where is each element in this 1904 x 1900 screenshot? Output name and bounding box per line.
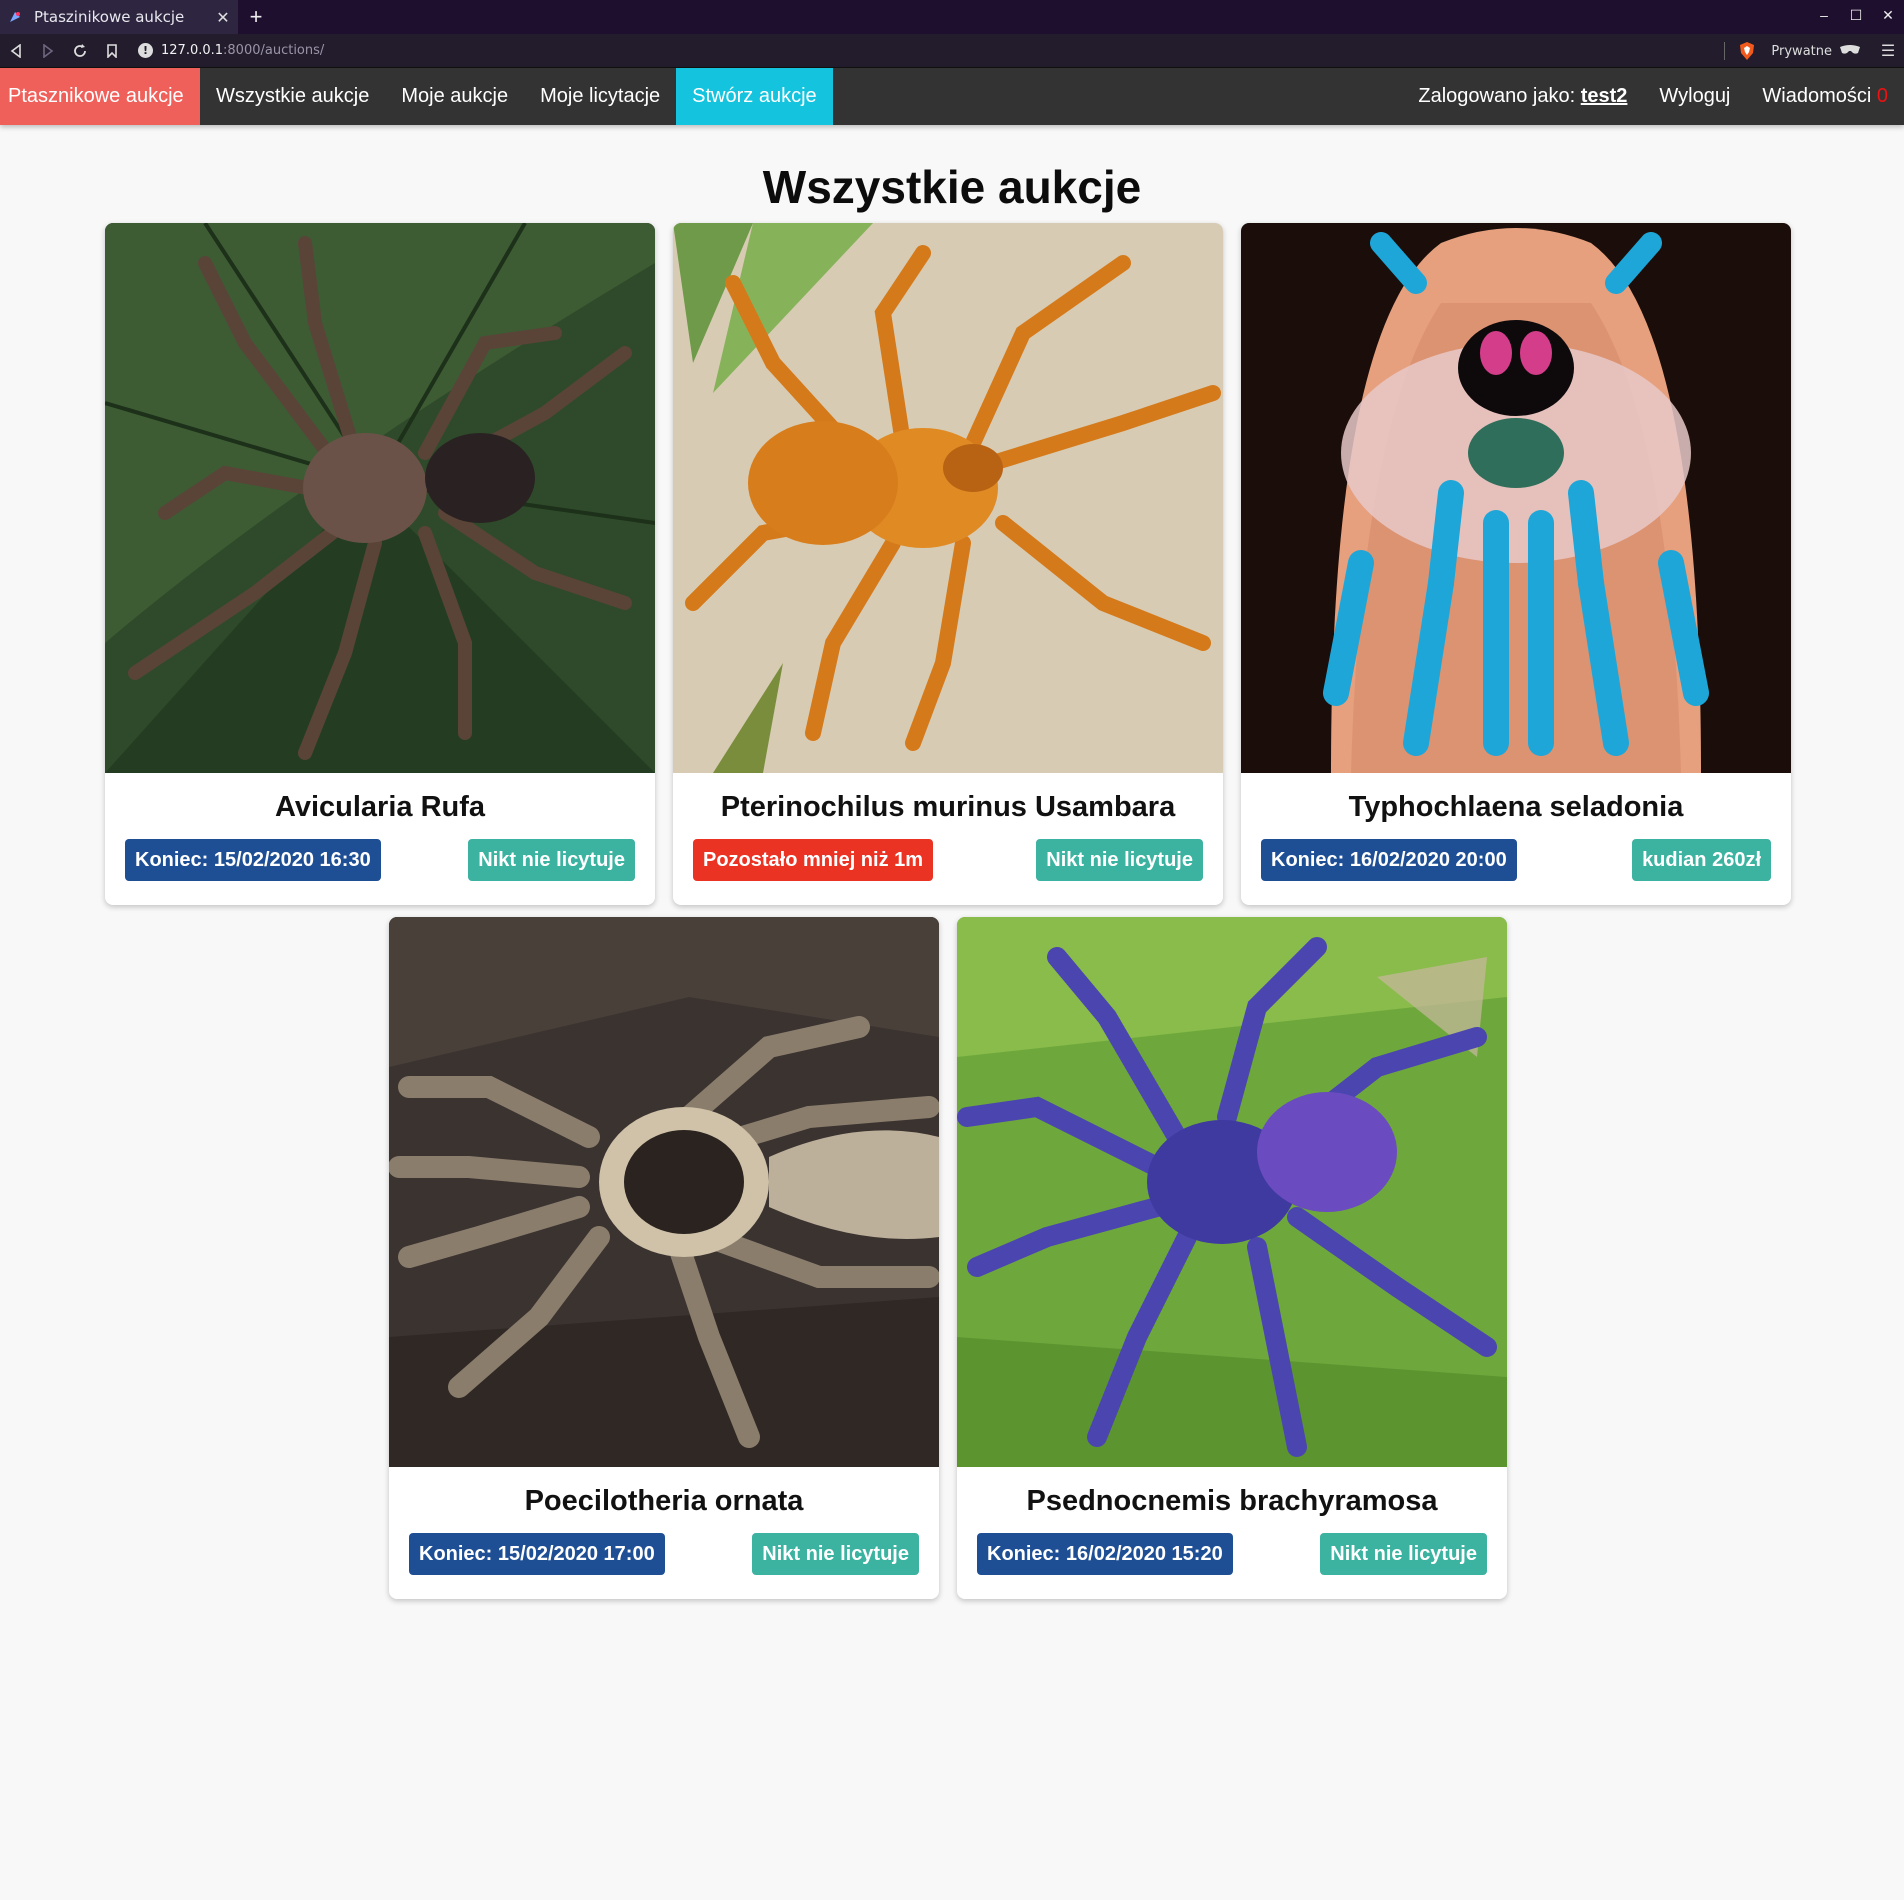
- auction-badges: Koniec: 15/02/2020 16:30 Nikt nie licytu…: [105, 839, 655, 881]
- nav-my-bids-link[interactable]: Moje licytacje: [524, 68, 676, 125]
- browser-tab[interactable]: Ptaszinikowe aukcje ✕: [0, 0, 238, 34]
- private-label: Prywatne: [1771, 43, 1832, 59]
- minimize-icon[interactable]: –: [1808, 0, 1840, 34]
- site-navbar: Ptasznikowe aukcje Wszystkie aukcje Moje…: [0, 68, 1904, 125]
- auction-badges: Koniec: 16/02/2020 15:20 Nikt nie licytu…: [957, 1533, 1507, 1575]
- auction-end-badge: Koniec: 16/02/2020 15:20: [977, 1533, 1233, 1575]
- auction-image[interactable]: [673, 223, 1223, 773]
- auction-bid-badge: Nikt nie licytuje: [752, 1533, 919, 1575]
- favicon-icon: [8, 10, 22, 24]
- nav-right: Zalogowano jako: test2 Wyloguj Wiadomośc…: [1402, 68, 1904, 125]
- site-info-icon[interactable]: !: [138, 43, 153, 58]
- auction-title[interactable]: Typhochlaena seladonia: [1241, 787, 1791, 827]
- auction-end-badge: Koniec: 15/02/2020 16:30: [125, 839, 381, 881]
- auction-bid-badge: kudian 260zł: [1632, 839, 1771, 881]
- close-tab-icon[interactable]: ✕: [216, 8, 230, 27]
- brave-shield-icon[interactable]: [1737, 41, 1757, 61]
- browser-tabbar: Ptaszinikowe aukcje ✕ + – ☐ ✕: [0, 0, 1904, 34]
- close-window-icon[interactable]: ✕: [1872, 0, 1904, 34]
- auction-bid-badge: Nikt nie licytuje: [468, 839, 635, 881]
- messages-count: 0: [1876, 85, 1888, 107]
- window-controls: – ☐ ✕: [1808, 0, 1904, 34]
- auction-card[interactable]: Poecilotheria ornata Koniec: 15/02/2020 …: [389, 917, 939, 1599]
- logout-link[interactable]: Wyloguj: [1643, 85, 1746, 108]
- auction-image[interactable]: [1241, 223, 1791, 773]
- new-tab-button[interactable]: +: [244, 4, 268, 30]
- auction-grid: Avicularia Rufa Koniec: 15/02/2020 16:30…: [0, 223, 1904, 1723]
- auction-title[interactable]: Pterinochilus murinus Usambara: [673, 787, 1223, 827]
- url-host: 127.0.0.1: [161, 43, 224, 58]
- auction-bid-badge: Nikt nie licytuje: [1320, 1533, 1487, 1575]
- auction-end-badge: Pozostało mniej niż 1m: [693, 839, 934, 881]
- reload-icon[interactable]: [64, 34, 96, 68]
- auction-bid-badge: Nikt nie licytuje: [1036, 839, 1203, 881]
- url-path: :8000/auctions/: [223, 43, 325, 58]
- nav-create-auction-link[interactable]: Stwórz aukcje: [676, 68, 833, 125]
- messages-link[interactable]: Wiadomości 0: [1746, 85, 1904, 108]
- logged-in-label: Zalogowano jako: test2: [1402, 85, 1643, 108]
- auction-title[interactable]: Avicularia Rufa: [105, 787, 655, 827]
- back-icon[interactable]: [0, 34, 32, 68]
- toolbar-divider: [1724, 42, 1726, 60]
- auction-card[interactable]: Pterinochilus murinus Usambara Pozostało…: [673, 223, 1223, 905]
- auction-badges: Koniec: 16/02/2020 20:00 kudian 260zł: [1241, 839, 1791, 881]
- maximize-icon[interactable]: ☐: [1840, 0, 1872, 34]
- nav-all-auctions-link[interactable]: Wszystkie aukcje: [200, 68, 385, 125]
- auction-end-badge: Koniec: 15/02/2020 17:00: [409, 1533, 665, 1575]
- nav-my-auctions-link[interactable]: Moje aukcje: [385, 68, 524, 125]
- auction-card[interactable]: Psednocnemis brachyramosa Koniec: 16/02/…: [957, 917, 1507, 1599]
- auction-card[interactable]: Avicularia Rufa Koniec: 15/02/2020 16:30…: [105, 223, 655, 905]
- menu-icon[interactable]: ☰: [1876, 41, 1900, 61]
- auction-title[interactable]: Poecilotheria ornata: [389, 1481, 939, 1521]
- bookmark-icon[interactable]: [96, 34, 128, 68]
- toolbar-right: Prywatne ☰: [1724, 34, 1904, 68]
- auction-badges: Pozostało mniej niż 1m Nikt nie licytuje: [673, 839, 1223, 881]
- page-title: Wszystkie aukcje: [762, 161, 1142, 213]
- tab-title: Ptaszinikowe aukcje: [34, 8, 185, 26]
- browser-toolbar: ! 127.0.0.1:8000/auctions/ Prywatne ☰: [0, 34, 1904, 68]
- auction-image[interactable]: [105, 223, 655, 773]
- forward-icon[interactable]: [32, 34, 64, 68]
- logged-prefix: Zalogowano jako:: [1418, 85, 1576, 107]
- auction-end-badge: Koniec: 16/02/2020 20:00: [1261, 839, 1517, 881]
- username-link[interactable]: test2: [1581, 85, 1628, 107]
- messages-label: Wiadomości: [1762, 85, 1872, 107]
- auction-title[interactable]: Psednocnemis brachyramosa: [957, 1481, 1507, 1521]
- auction-card[interactable]: Typhochlaena seladonia Koniec: 16/02/202…: [1241, 223, 1791, 905]
- auction-badges: Koniec: 15/02/2020 17:00 Nikt nie licytu…: [389, 1533, 939, 1575]
- address-bar[interactable]: ! 127.0.0.1:8000/auctions/: [138, 43, 324, 58]
- nav-brand-link[interactable]: Ptasznikowe aukcje: [0, 68, 200, 125]
- auction-image[interactable]: [957, 917, 1507, 1467]
- auction-image[interactable]: [389, 917, 939, 1467]
- private-mask-icon: [1840, 42, 1862, 60]
